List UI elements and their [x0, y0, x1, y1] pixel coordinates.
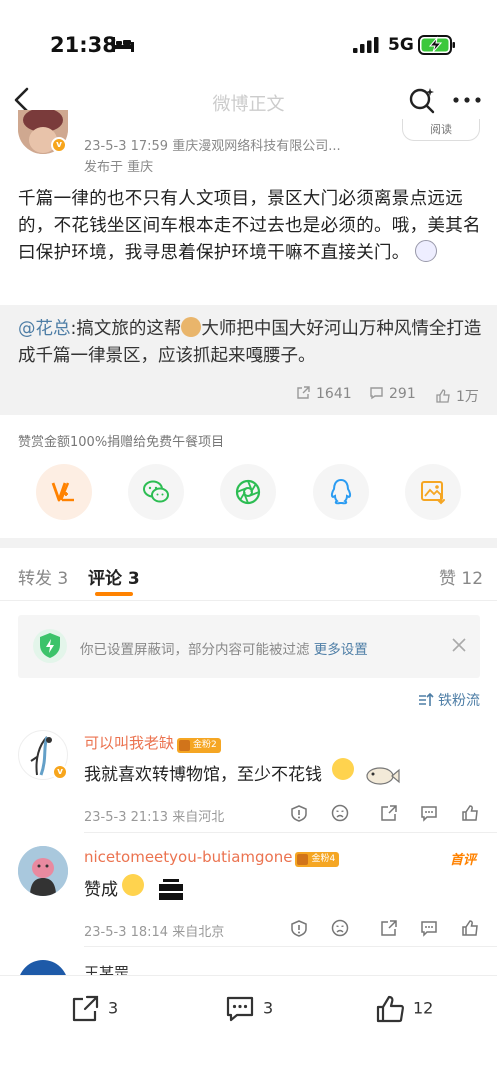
- comment-count: 3: [263, 998, 274, 1018]
- tab-divider: [0, 600, 497, 601]
- comment-author-name: 可以叫我老缺: [84, 734, 175, 752]
- comment-text: 赞成: [84, 875, 118, 900]
- comment-button[interactable]: 3: [225, 994, 273, 1024]
- comment-icon: [226, 996, 254, 1022]
- dislike-icon[interactable]: [331, 919, 349, 937]
- like-icon[interactable]: [461, 804, 479, 822]
- comment-author-name: nicetomeetyou-butiamgone: [84, 848, 293, 866]
- thumbs-emoji-icon: [122, 874, 144, 896]
- more-icon[interactable]: [452, 97, 482, 103]
- commenter-avatar[interactable]: [18, 846, 68, 896]
- dislike-icon[interactable]: [331, 804, 349, 822]
- repost-share-count[interactable]: 1641: [296, 386, 352, 402]
- share-icon: [72, 995, 99, 1022]
- battery-charging-icon: [418, 35, 455, 55]
- like-button[interactable]: 12: [375, 994, 433, 1024]
- sort-icon: [419, 693, 434, 706]
- repost-button[interactable]: 3: [70, 994, 118, 1024]
- tab-comments[interactable]: 评论 3: [88, 564, 140, 589]
- first-comment-tag: 首评: [450, 853, 477, 868]
- tab-likes[interactable]: 赞 12: [439, 564, 483, 589]
- comment-text-content: 我就喜欢转博物馆，至少不花钱: [84, 765, 322, 785]
- close-icon[interactable]: [450, 636, 468, 654]
- repost-likes-value: 1万: [456, 389, 479, 405]
- comment-icon: [370, 387, 383, 400]
- report-icon[interactable]: [290, 919, 308, 937]
- repost-text-before: :搞文旅的这帮: [70, 319, 182, 339]
- save-image-button[interactable]: [405, 464, 461, 520]
- slam-dunk-sticker-icon: [155, 877, 187, 903]
- report-icon[interactable]: [290, 804, 308, 822]
- repost-comment-count[interactable]: 291: [369, 386, 416, 402]
- network-type: 5G: [388, 35, 414, 55]
- weibo-reward-icon: [51, 482, 74, 502]
- comment-text: 我就喜欢转博物馆，至少不花钱: [84, 760, 322, 785]
- fan-badge: 金粉2: [177, 738, 221, 753]
- post-location: 发布于 重庆: [84, 160, 154, 175]
- post-body: 千篇一律的也不只有人文项目，景区大门必须离景点远远的，不花钱坐区间车根本走不过去…: [18, 186, 486, 267]
- verified-badge-icon: v: [52, 764, 68, 780]
- comment-meta: 23-5-3 21:13 来自河北: [84, 810, 225, 825]
- reward-note: 赞赏金额100%捐赠给免费午餐项目: [18, 435, 225, 450]
- signal-icon: [353, 37, 379, 53]
- tab-reposts[interactable]: 转发 3: [18, 564, 68, 589]
- repost-body: @花总:搞文旅的这帮 大师把中国大好河山万种风情全打造成千篇一律景区，应该抓起来嘎…: [18, 316, 488, 370]
- like-count: 12: [413, 998, 434, 1018]
- like-icon[interactable]: [461, 919, 479, 937]
- save-image-icon: [421, 481, 445, 505]
- fish-sticker-icon: [366, 767, 400, 785]
- sleep-mode-icon: [112, 37, 134, 52]
- sort-toggle[interactable]: 铁粉流: [418, 690, 480, 710]
- filter-notice-text: 你已设置屏蔽词，部分内容可能被过滤 更多设置: [80, 638, 368, 658]
- comment-text-content: 赞成: [84, 880, 118, 900]
- share-icon[interactable]: [380, 919, 398, 937]
- shield-icon: [33, 629, 67, 663]
- bottom-action-bar: [0, 975, 497, 1080]
- notice-message: 你已设置屏蔽词，部分内容可能被过滤: [80, 642, 310, 658]
- share-icon: [297, 386, 310, 399]
- tab-active-indicator: [95, 592, 133, 596]
- fan-badge: 金粉4: [295, 852, 340, 867]
- panda-emoji-icon: [415, 240, 438, 262]
- comment-author[interactable]: 可以叫我老缺 金粉2: [84, 732, 221, 753]
- share-moments-button[interactable]: [220, 464, 276, 520]
- share-icon[interactable]: [380, 804, 398, 822]
- sort-label: 铁粉流: [438, 693, 480, 709]
- like-icon: [436, 389, 450, 403]
- section-divider: [0, 538, 497, 548]
- moments-icon: [235, 479, 261, 505]
- repost-count: 3: [108, 998, 119, 1018]
- repost-like-count[interactable]: 1万: [436, 386, 479, 406]
- comment-divider: [84, 832, 497, 833]
- post-meta: 23-5-3 17:59 重庆漫观网络科技有限公司...: [84, 139, 341, 154]
- read-count-button[interactable]: 阅读: [402, 119, 480, 141]
- like-icon: [376, 995, 404, 1023]
- comment-icon[interactable]: [420, 804, 438, 822]
- more-settings-link[interactable]: 更多设置: [314, 642, 368, 658]
- repost-shares-value: 1641: [316, 386, 352, 402]
- post-text: 千篇一律的也不只有人文项目，景区大门必须离景点远远的，不花钱坐区间车根本走不过去…: [18, 189, 481, 263]
- comment-divider: [84, 946, 497, 947]
- status-time: 21:38: [50, 33, 117, 57]
- doge-emoji-icon: [181, 317, 202, 337]
- verified-badge-icon: v: [51, 137, 67, 153]
- mention-link[interactable]: @花总: [18, 319, 71, 339]
- share-qq-button[interactable]: [313, 464, 369, 520]
- comment-meta: 23-5-3 18:14 来自北京: [84, 925, 225, 940]
- wechat-icon: [143, 480, 169, 503]
- repost-comments-value: 291: [389, 386, 416, 402]
- drool-emoji-icon: [332, 758, 354, 780]
- qq-icon: [330, 478, 352, 505]
- search-icon[interactable]: [408, 86, 436, 114]
- comment-icon[interactable]: [420, 919, 438, 937]
- share-wechat-button[interactable]: [128, 464, 184, 520]
- comment-author[interactable]: nicetomeetyou-butiamgone 金粉4: [84, 848, 340, 867]
- reward-button[interactable]: [36, 464, 92, 520]
